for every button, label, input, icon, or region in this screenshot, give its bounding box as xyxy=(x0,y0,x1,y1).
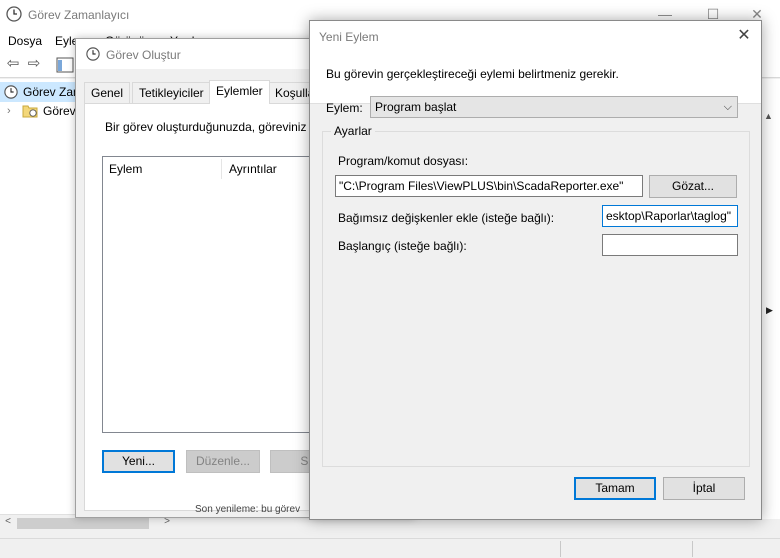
column-ayrintilar[interactable]: Ayrıntılar xyxy=(229,162,277,176)
actions-pane: ▲ ▶ xyxy=(760,79,780,519)
status-separator xyxy=(692,541,693,557)
back-arrow-icon[interactable]: ⇦ xyxy=(4,56,22,74)
status-separator xyxy=(560,541,561,557)
close-dialog-button[interactable]: ✕ xyxy=(727,21,761,51)
console-tree-icon[interactable] xyxy=(56,57,74,73)
new-action-titlebar: Yeni Eylem ✕ xyxy=(310,21,761,51)
forward-arrow-icon[interactable]: ⇨ xyxy=(25,56,43,74)
new-action-dialog: Yeni Eylem ✕ Bu görevin gerçekleştireceğ… xyxy=(309,20,762,520)
settings-legend: Ayarlar xyxy=(331,124,375,138)
tab-genel[interactable]: Genel xyxy=(84,82,131,104)
arguments-input[interactable]: esktop\Raporlar\taglog" xyxy=(602,205,738,227)
action-label: Eylem: xyxy=(326,101,363,115)
ok-button[interactable]: Tamam xyxy=(574,477,656,500)
new-action-description: Bu görevin gerçekleştireceği eylemi beli… xyxy=(326,67,619,81)
console-tree: Görev Zamanlayıcı (Yerel) › Görev Zamanl… xyxy=(0,79,191,521)
clock-icon xyxy=(86,47,100,61)
column-separator[interactable] xyxy=(221,159,222,179)
new-action-button[interactable]: Yeni... xyxy=(102,450,175,473)
tab-tetikleyiciler[interactable]: Tetikleyiciler xyxy=(132,82,211,104)
statusbar xyxy=(0,538,780,558)
tab-eylemler[interactable]: Eylemler xyxy=(209,80,270,104)
chevron-right-icon[interactable]: › xyxy=(7,101,11,121)
program-label: Program/komut dosyası: xyxy=(338,154,469,168)
clock-icon xyxy=(6,6,22,22)
clock-icon xyxy=(4,85,18,99)
start-in-label: Başlangıç (isteğe bağlı): xyxy=(338,239,467,253)
action-type-select[interactable]: Program başlat ⌵ xyxy=(370,96,738,118)
chevron-up-icon[interactable]: ▲ xyxy=(764,111,773,121)
settings-group: Ayarlar Program/komut dosyası: "C:\Progr… xyxy=(322,124,750,467)
tree-item-root[interactable]: Görev Zamanlayıcı (Yerel) xyxy=(0,82,163,102)
expand-arrow[interactable]: ▶ xyxy=(766,305,773,316)
folder-clock-icon xyxy=(22,105,38,118)
new-action-title: Yeni Eylem xyxy=(319,30,379,44)
arguments-label: Bağımsız değişkenler ekle (isteğe bağlı)… xyxy=(338,211,555,225)
column-eylem[interactable]: Eylem xyxy=(109,162,142,176)
edit-action-button[interactable]: Düzenle... xyxy=(186,450,260,473)
browse-button[interactable]: Gözat... xyxy=(649,175,737,198)
tree-item-library[interactable]: › Görev Zamanlayıcı Kitaplığı xyxy=(0,101,191,121)
create-task-title: Görev Oluştur xyxy=(106,48,181,62)
menu-dosya[interactable]: Dosya xyxy=(8,34,42,48)
main-title: Görev Zamanlayıcı xyxy=(28,8,130,22)
peek-text: Son yenileme: bu görev xyxy=(195,504,301,515)
action-type-value: Program başlat xyxy=(375,100,457,114)
cancel-button[interactable]: İptal xyxy=(663,477,745,500)
chevron-down-icon[interactable]: ⌵ xyxy=(724,97,732,117)
start-in-input[interactable] xyxy=(602,234,738,256)
scroll-left-arrow[interactable]: < xyxy=(1,516,15,527)
program-path-input[interactable]: "C:\Program Files\ViewPLUS\bin\ScadaRepo… xyxy=(335,175,643,197)
